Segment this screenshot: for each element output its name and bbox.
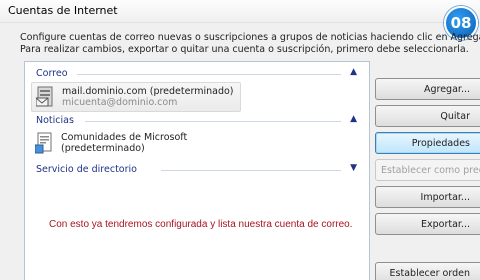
mail-server-icon	[36, 86, 53, 107]
group-header-directory[interactable]: Servicio de directorio ▼	[25, 163, 369, 177]
group-label-mail: Correo	[36, 68, 68, 79]
instructions-line-2: Para realizar cambios, exportar o quitar…	[20, 44, 469, 55]
window-title: Cuentas de Internet	[8, 4, 118, 17]
tutorial-caption: Con esto ya tendremos configurada y list…	[49, 219, 353, 230]
group-divider	[85, 121, 341, 122]
group-header-mail[interactable]: Correo ▲	[25, 67, 369, 81]
mail-account-text: mail.dominio.com (predeterminado) micuen…	[62, 86, 234, 108]
news-account-name-line-2: (predeterminado)	[61, 143, 145, 154]
news-account-text: Comunidades de Microsoft (predeterminado…	[61, 132, 187, 154]
chevron-down-icon[interactable]: ▼	[350, 163, 357, 173]
mail-account-row[interactable]: mail.dominio.com (predeterminado) micuen…	[31, 82, 241, 112]
news-account-name-line-1: Comunidades de Microsoft	[61, 132, 188, 143]
title-bar[interactable]: Cuentas de Internet	[0, 0, 480, 23]
remove-button[interactable]: Quitar	[375, 105, 480, 127]
internet-accounts-window: Cuentas de Internet 08 Configure cuentas…	[0, 0, 480, 280]
chevron-up-icon[interactable]: ▲	[350, 67, 357, 77]
mail-account-name: mail.dominio.com (predeterminado)	[62, 86, 234, 97]
properties-button[interactable]: Propiedades	[375, 132, 480, 154]
instructions-text: Configure cuentas de correo nuevas o sus…	[20, 32, 480, 56]
group-header-news[interactable]: Noticias ▲	[25, 114, 369, 128]
chevron-up-icon[interactable]: ▲	[350, 114, 357, 124]
mail-account-email: micuenta@dominio.com	[62, 97, 178, 108]
group-divider	[161, 170, 341, 171]
group-label-news: Noticias	[36, 115, 74, 126]
add-button[interactable]: Agregar...	[375, 78, 480, 100]
group-label-directory: Servicio de directorio	[36, 164, 137, 175]
import-button[interactable]: Importar...	[375, 186, 480, 208]
set-default-button[interactable]: Establecer como predet	[375, 159, 480, 181]
export-button[interactable]: Exportar...	[375, 213, 480, 235]
group-divider	[77, 74, 341, 75]
accounts-list[interactable]: Correo ▲ mail.dominio.com (predeterminad…	[24, 61, 370, 280]
set-order-button[interactable]: Establecer orden	[375, 262, 480, 280]
instructions-line-1: Configure cuentas de correo nuevas o sus…	[20, 32, 480, 43]
news-account-row[interactable]: Comunidades de Microsoft (predeterminado…	[31, 129, 331, 157]
newsgroup-document-icon	[35, 132, 52, 154]
